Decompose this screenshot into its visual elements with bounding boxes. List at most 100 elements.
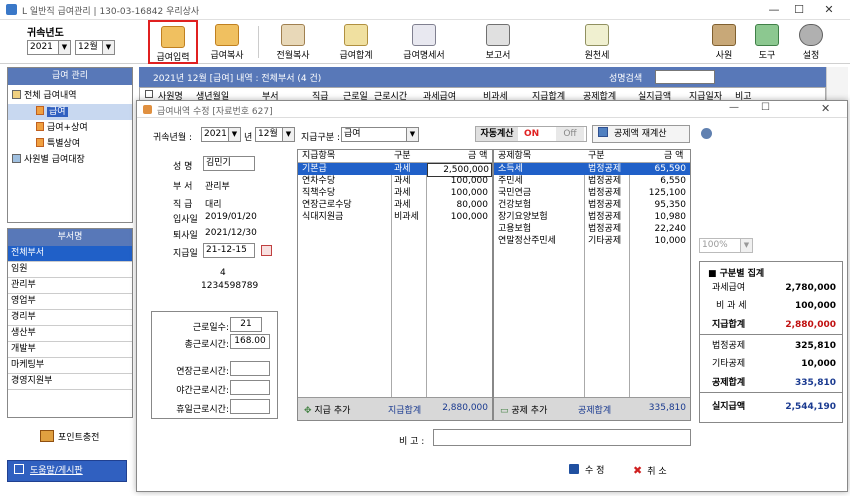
emp-code: 4: [220, 268, 226, 278]
help-board-button[interactable]: 도움말/게시판: [7, 460, 127, 482]
auto-calc-off[interactable]: Off: [556, 127, 584, 141]
ded-row[interactable]: 국민연금 법정공제 125,100: [494, 187, 690, 199]
dept-item[interactable]: 경영지원부: [8, 374, 132, 390]
holiday-field[interactable]: [230, 399, 270, 414]
tree-item-ledger[interactable]: 사원별 급여대장: [8, 152, 132, 168]
name-label: 성 명: [173, 162, 193, 172]
year-select[interactable]: 2021 ▼: [27, 40, 71, 55]
pay-copy-button[interactable]: 급여복사: [206, 20, 248, 64]
cancel-button[interactable]: ✖ 취 소: [633, 463, 667, 479]
pay-table-footer: ✥ 지급 추가 지급합계 2,880,000: [298, 397, 492, 420]
work-hours-box: 근로일수: 21 총근로시간: 168.00 연장근로시간: 야간근로시간: 휴…: [151, 311, 278, 419]
auto-calc-toggle[interactable]: 자동계산 ON Off: [475, 126, 587, 142]
settings-button[interactable]: 설정: [794, 20, 828, 64]
deduction-items-table: 공제항목 구분 금 액 소득세 법정공제 65,590 주민세 법정공제 6,5…: [493, 149, 691, 421]
summary-row: 실지급액 2,544,190: [712, 402, 836, 412]
tree-item-special-bonus[interactable]: 특별상여: [8, 136, 132, 152]
select-all-checkbox[interactable]: [145, 90, 153, 98]
name-field[interactable]: 김민기: [203, 156, 255, 171]
ded-row[interactable]: 소득세 법정공제 65,590: [494, 163, 690, 175]
search-label: 성명검색: [609, 74, 643, 84]
minimize-icon[interactable]: —: [760, 2, 788, 18]
dept-item[interactable]: 관리부: [8, 278, 132, 294]
pay-row[interactable]: 직책수당 과세 100,000: [298, 187, 492, 199]
calendar-add-icon: [215, 24, 239, 46]
envelope-icon: [412, 24, 436, 46]
join-value: 2019/01/20: [205, 212, 257, 222]
dialog-app-icon: [143, 105, 152, 114]
gear-icon: [799, 24, 823, 46]
calculator-icon: [598, 127, 608, 137]
overtime-label: 연장근로시간:: [176, 367, 229, 377]
summary-row: 비 과 세 100,000: [716, 301, 836, 311]
paydate-field[interactable]: 21-12-15: [203, 243, 255, 258]
summary-row: 지급합계 2,880,000: [700, 316, 842, 335]
pay-type-select[interactable]: 급여 ▼: [341, 127, 419, 142]
maximize-icon[interactable]: ☐: [785, 2, 813, 18]
tree-item-pay[interactable]: 급여: [8, 104, 132, 120]
dept-panel: 부서명 전체부서 임원 관리부 영업부 경리부 생산부 개발부 마케팅부 경영지…: [7, 228, 133, 418]
pay-add-button[interactable]: ✥ 지급 추가: [304, 403, 350, 416]
work-days-field[interactable]: 21: [230, 317, 262, 332]
memo-field[interactable]: [433, 429, 691, 446]
ded-row[interactable]: 주민세 법정공제 6,550: [494, 175, 690, 187]
pay-row[interactable]: 연장근로수당 과세 80,000: [298, 199, 492, 211]
dialog-year-select[interactable]: 2021 ▼: [201, 127, 241, 142]
dept-item[interactable]: 영업부: [8, 294, 132, 310]
overtime-field[interactable]: [230, 361, 270, 376]
work-hours-field[interactable]: 168.00: [230, 334, 270, 349]
ded-row[interactable]: 고용보험 법정공제 22,240: [494, 223, 690, 235]
point-charge-button[interactable]: 포인트충전: [40, 430, 99, 444]
dialog-month-select[interactable]: 12월 ▼: [255, 127, 295, 142]
ded-row[interactable]: 건강보험 법정공제 95,350: [494, 199, 690, 211]
holiday-label: 휴일근로시간:: [176, 405, 229, 415]
pay-input-button[interactable]: 급여입력: [148, 20, 198, 64]
dept-item[interactable]: 전체부서: [8, 246, 132, 262]
folder-icon: [12, 90, 21, 99]
prev-month-copy-button[interactable]: 전월복사: [268, 20, 318, 64]
ded-row[interactable]: 연말정산주민세 기타공제 10,000: [494, 235, 690, 247]
dialog-minimize-icon[interactable]: —: [729, 102, 739, 113]
tools-button[interactable]: 도구: [750, 20, 784, 64]
dept-item[interactable]: 개발부: [8, 342, 132, 358]
night-field[interactable]: [230, 380, 270, 395]
month-select[interactable]: 12월 ▼: [75, 40, 115, 55]
printer-icon: [486, 24, 510, 46]
paydate-label: 지급일: [173, 249, 198, 259]
ded-row[interactable]: 장기요양보험 법정공제 10,980: [494, 211, 690, 223]
cancel-icon: ✖: [633, 464, 643, 477]
summary-row: 법정공제 325,810: [712, 341, 836, 351]
zoom-select[interactable]: 100% ▼: [699, 238, 753, 253]
calendar-icon[interactable]: [261, 245, 272, 256]
pay-row[interactable]: 식대지원금 비과세 100,000: [298, 211, 492, 223]
window-title: L 일반직 급여관리 | 130-03-16842 우리상사: [22, 7, 200, 17]
dialog-maximize-icon[interactable]: ☐: [761, 102, 770, 113]
coin-icon: [40, 430, 54, 442]
tools-icon: [755, 24, 779, 46]
payslip-button[interactable]: 급여명세서: [395, 20, 453, 64]
dialog-close-icon[interactable]: ✕: [821, 102, 830, 115]
close-icon[interactable]: ✕: [815, 2, 843, 18]
recalc-deduction-button[interactable]: 공제액 재계산: [592, 125, 690, 143]
document-icon: [36, 138, 44, 147]
title-bar: L 일반직 급여관리 | 130-03-16842 우리상사 — ☐ ✕: [0, 0, 850, 20]
withholding-tax-button[interactable]: 원천세: [574, 20, 620, 64]
grid-header: 사원명 생년월일 부서 직급 근로일 근로시간 과세급여 비과세 지급합계 공제…: [139, 87, 826, 102]
pay-row[interactable]: 연차수당 과세 100,000: [298, 175, 492, 187]
save-button[interactable]: 수 정: [569, 463, 604, 479]
tree-item-all[interactable]: 전체 급여내역: [8, 88, 132, 104]
pay-row[interactable]: 기본급 과세 2,500,000: [298, 163, 492, 177]
dept-item[interactable]: 임원: [8, 262, 132, 278]
dept-label: 부 서: [173, 182, 193, 192]
ded-add-button[interactable]: ▭ 공제 추가: [500, 403, 547, 416]
tree-item-pay-bonus[interactable]: 급여+상여: [8, 120, 132, 136]
dept-item[interactable]: 경리부: [8, 310, 132, 326]
name-search-input[interactable]: [655, 70, 715, 84]
employee-button[interactable]: 사원: [706, 20, 742, 64]
dept-item[interactable]: 생산부: [8, 326, 132, 342]
dept-item[interactable]: 마케팅부: [8, 358, 132, 374]
auto-calc-on[interactable]: ON: [524, 127, 539, 141]
pay-total-button[interactable]: 급여합계: [332, 20, 380, 64]
gear-icon[interactable]: [701, 128, 712, 139]
report-button[interactable]: 보고서: [476, 20, 520, 64]
